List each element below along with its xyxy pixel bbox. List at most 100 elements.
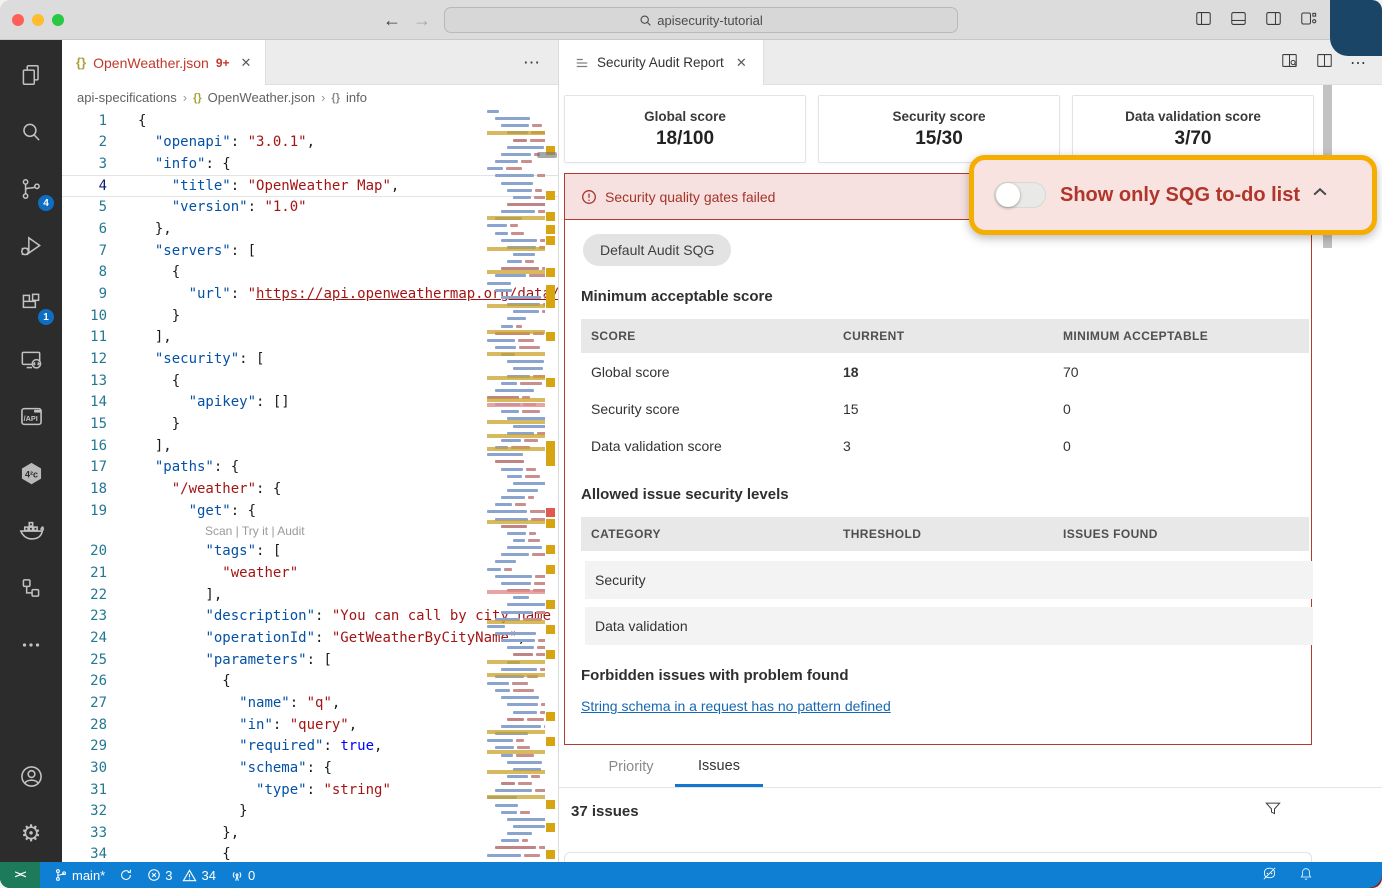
code-line[interactable]: 17 "paths": {	[62, 457, 558, 479]
code-line[interactable]: 18 "/weather": {	[62, 478, 558, 500]
banner-text: Security quality gates failed	[605, 189, 775, 205]
error-marker	[546, 508, 555, 517]
extensions-icon[interactable]: 1	[0, 274, 62, 331]
titlebar: ← → apisecurity-tutorial	[0, 0, 1382, 40]
issues-summary-row: 37 issues	[571, 803, 1371, 820]
filter-funnel-icon[interactable]	[1263, 799, 1283, 824]
code-line[interactable]: 34 {	[62, 844, 558, 862]
code-line[interactable]: 7 "servers": [	[62, 240, 558, 262]
command-center-search[interactable]: apisecurity-tutorial	[444, 7, 958, 33]
sqg-todo-toggle[interactable]	[994, 182, 1046, 208]
toggle-panel-icon[interactable]	[1229, 9, 1248, 33]
dependency-graph-icon[interactable]	[0, 559, 62, 616]
breadcrumb-separator: ›	[183, 90, 187, 105]
copilot-disabled-icon[interactable]	[1261, 865, 1278, 885]
code-line[interactable]: 24 "operationId": "GetWeatherByCityName"…	[62, 627, 558, 649]
workspace-name: apisecurity-tutorial	[657, 13, 763, 28]
code-line[interactable]: 19 "get": {	[62, 500, 558, 522]
close-window-button[interactable]	[12, 14, 24, 26]
line-number: 3	[62, 156, 107, 172]
42crunch-icon[interactable]: 4²c	[0, 445, 62, 502]
tab-openweather-json[interactable]: {} OpenWeather.json 9+ ✕	[62, 40, 266, 85]
docker-icon[interactable]	[0, 502, 62, 559]
customize-layout-icon[interactable]	[1299, 9, 1318, 33]
tab-security-audit-report[interactable]: Security Audit Report ✕	[559, 40, 764, 85]
openapi-icon[interactable]: /API	[0, 388, 62, 445]
code-line[interactable]: 22 ],	[62, 584, 558, 606]
problems-indicator[interactable]: 3 34	[147, 868, 216, 883]
toggle-primary-sidebar-icon[interactable]	[1194, 9, 1213, 33]
code-line[interactable]: 30 "schema": {	[62, 757, 558, 779]
sync-button[interactable]	[119, 868, 133, 882]
code-line[interactable]: 6 },	[62, 218, 558, 240]
code-line[interactable]: 2 "openapi": "3.0.1",	[62, 132, 558, 154]
run-debug-icon[interactable]	[0, 217, 62, 274]
score-card-value: 15/30	[915, 128, 963, 150]
warning-marker	[546, 225, 555, 234]
code-line[interactable]: 4 "title": "OpenWeather Map",	[62, 175, 558, 197]
code-line[interactable]: 26 {	[62, 670, 558, 692]
code-line[interactable]: 8 {	[62, 262, 558, 284]
line-number: 11	[62, 329, 107, 345]
branch-indicator[interactable]: main*	[54, 868, 105, 883]
notifications-bell-icon[interactable]	[1298, 866, 1314, 885]
warning-marker	[546, 850, 555, 859]
code-line[interactable]: 5 "version": "1.0"	[62, 197, 558, 219]
editor-scrollbar[interactable]	[537, 152, 557, 158]
code-line[interactable]: 15 }	[62, 413, 558, 435]
code-line[interactable]: 21 "weather"	[62, 562, 558, 584]
more-views-icon[interactable]	[0, 616, 62, 673]
code-line[interactable]: 28 "in": "query",	[62, 714, 558, 736]
code-line[interactable]: 32 }	[62, 800, 558, 822]
forbidden-issue-link[interactable]: String schema in a request has no patter…	[581, 698, 891, 714]
breadcrumb-item[interactable]: OpenWeather.json	[208, 90, 315, 105]
remote-indicator[interactable]: ><	[0, 862, 40, 888]
source-control-icon[interactable]: 4	[0, 160, 62, 217]
panel-tab-issues[interactable]: Issues	[675, 747, 763, 787]
code-line[interactable]: 14 "apikey": []	[62, 392, 558, 414]
code-line[interactable]: 10 }	[62, 305, 558, 327]
breadcrumb[interactable]: api-specifications›{}OpenWeather.json›{}…	[62, 85, 558, 110]
codelens-actions[interactable]: Scan | Try it | Audit	[62, 521, 558, 540]
code-line[interactable]: 1{	[62, 110, 558, 132]
code-line[interactable]: 33 },	[62, 822, 558, 844]
breadcrumb-item[interactable]: api-specifications	[77, 90, 177, 105]
svg-text:/API: /API	[23, 414, 37, 423]
table-row: Data validation	[585, 607, 1313, 645]
code-editor[interactable]: 1{2 "openapi": "3.0.1",3 "info": {4 "tit…	[62, 110, 558, 862]
code-line[interactable]: 27 "name": "q",	[62, 692, 558, 714]
errors-icon	[147, 868, 161, 882]
code-line[interactable]: 11 ],	[62, 327, 558, 349]
code-line[interactable]: 13 {	[62, 370, 558, 392]
chevron-up-icon[interactable]	[1310, 183, 1330, 208]
history-back-button[interactable]: ←	[383, 7, 401, 33]
code-line[interactable]: 20 "tags": [	[62, 540, 558, 562]
tab-close-icon[interactable]: ✕	[241, 55, 252, 71]
remote-explorer-icon[interactable]	[0, 331, 62, 388]
accounts-icon[interactable]	[0, 748, 62, 805]
search-icon[interactable]	[0, 103, 62, 160]
settings-gear-icon[interactable]: ⚙	[0, 805, 62, 862]
code-line[interactable]: 16 ],	[62, 435, 558, 457]
code-line[interactable]: 9 "url": "https://api.openweathermap.org…	[62, 283, 558, 305]
security-audit-panel: Security Audit Report ✕ ⋯ Global score18…	[558, 40, 1382, 862]
minimize-window-button[interactable]	[32, 14, 44, 26]
code-line[interactable]: 12 "security": [	[62, 348, 558, 370]
panel-tab-priority[interactable]: Priority	[587, 747, 675, 787]
ports-indicator[interactable]: 0	[230, 868, 255, 883]
breadcrumb-item[interactable]: info	[346, 90, 367, 105]
code-line[interactable]: 31 "type": "string"	[62, 779, 558, 801]
open-preview-icon[interactable]	[1280, 51, 1299, 75]
panel-tab-close-icon[interactable]: ✕	[736, 55, 747, 71]
explorer-icon[interactable]	[0, 46, 62, 103]
line-number: 28	[62, 717, 107, 733]
split-editor-icon[interactable]	[1315, 51, 1334, 75]
code-line[interactable]: 29 "required": true,	[62, 735, 558, 757]
code-line[interactable]: 25 "parameters": [	[62, 649, 558, 671]
code-line[interactable]: 3 "info": {	[62, 153, 558, 175]
toggle-secondary-sidebar-icon[interactable]	[1264, 9, 1283, 33]
editor-actions-more-icon[interactable]: ⋯	[523, 40, 542, 85]
code-line[interactable]: 23 "description": "You can call by city …	[62, 605, 558, 627]
minimap[interactable]	[487, 110, 545, 862]
zoom-window-button[interactable]	[52, 14, 64, 26]
